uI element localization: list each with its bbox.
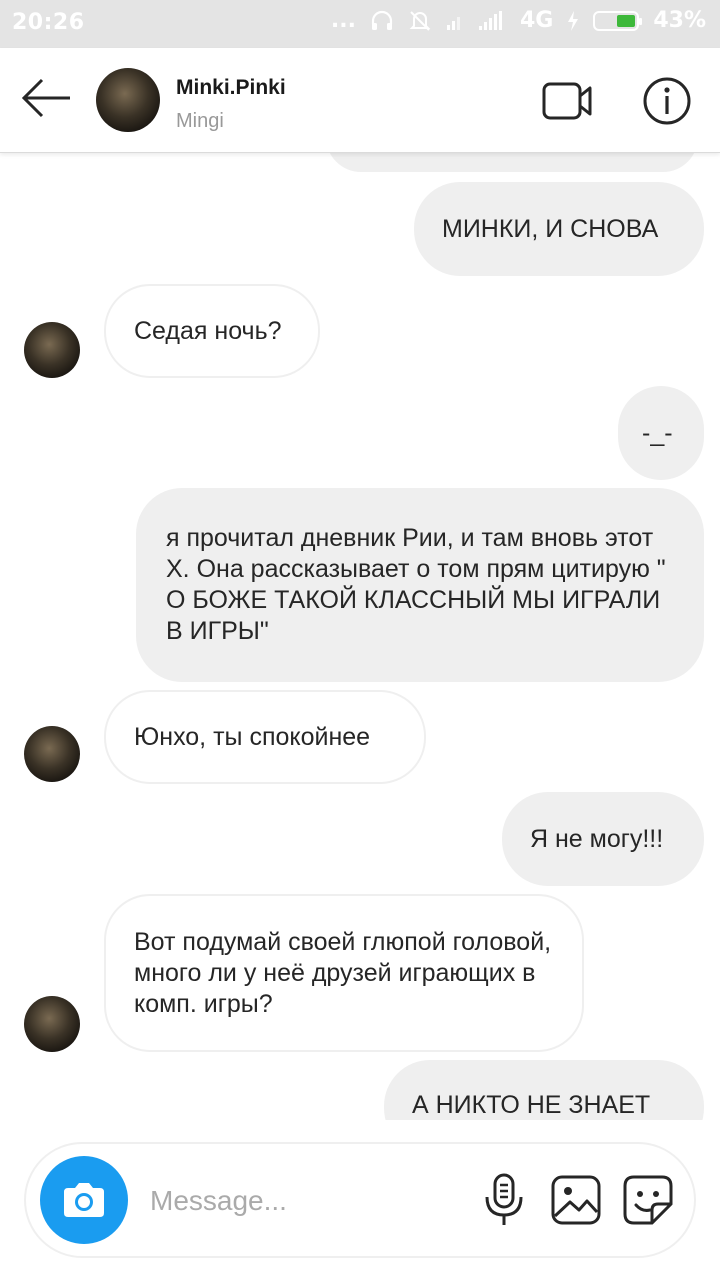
camera-icon bbox=[60, 1180, 108, 1220]
microphone-icon[interactable] bbox=[482, 1172, 526, 1228]
mute-bell-icon bbox=[408, 9, 432, 33]
contact-name: Mingi bbox=[176, 110, 224, 132]
signal-icon-2 bbox=[478, 10, 506, 31]
message-text: Юнхо, ты спокойнее bbox=[134, 722, 371, 751]
status-time: 20:26 bbox=[12, 10, 85, 35]
message-bubble-partial bbox=[326, 152, 698, 172]
message-composer bbox=[24, 1142, 696, 1258]
signal-icon-1 bbox=[446, 11, 464, 31]
message-text: Вот подумай своей глюпой головой, много … bbox=[134, 927, 552, 1018]
charging-bolt-icon bbox=[567, 10, 579, 31]
message-text: -_- bbox=[642, 418, 673, 447]
sender-avatar[interactable] bbox=[24, 996, 80, 1052]
message-input[interactable] bbox=[148, 1180, 452, 1222]
chat-header: Minki.Pinki Mingi bbox=[0, 48, 720, 153]
message-bubble-incoming[interactable]: Юнхо, ты спокойнее bbox=[104, 690, 426, 784]
message-text: я прочитал дневник Рии, и там вновь этот… bbox=[166, 524, 666, 645]
message-bubble-incoming[interactable]: Вот подумай своей глюпой головой, много … bbox=[104, 894, 584, 1052]
headphones-icon bbox=[370, 10, 394, 32]
gallery-icon[interactable] bbox=[550, 1174, 602, 1226]
message-bubble-outgoing[interactable]: Я не могу!!! bbox=[502, 792, 704, 886]
message-list[interactable]: МИНКИ, И СНОВА Седая ночь? -_- я прочита… bbox=[0, 152, 720, 1120]
back-arrow-icon[interactable] bbox=[20, 74, 74, 124]
message-text: Седая ночь? bbox=[134, 316, 282, 345]
battery-percent: 43% bbox=[653, 8, 706, 33]
status-dots: ... bbox=[330, 8, 356, 33]
message-bubble-outgoing[interactable]: МИНКИ, И СНОВА bbox=[414, 182, 704, 276]
status-bar: 20:26 ... 4G 43% bbox=[0, 0, 720, 48]
sticker-icon[interactable] bbox=[622, 1174, 674, 1226]
message-bubble-incoming[interactable]: Седая ночь? bbox=[104, 284, 320, 378]
contact-username[interactable]: Minki.Pinki bbox=[176, 76, 286, 100]
message-text: Я не могу!!! bbox=[530, 824, 664, 853]
battery-icon bbox=[593, 10, 643, 31]
sender-avatar[interactable] bbox=[24, 322, 80, 378]
message-bubble-outgoing[interactable]: я прочитал дневник Рии, и там вновь этот… bbox=[136, 488, 704, 682]
network-type: 4G bbox=[519, 8, 554, 33]
message-text: А НИКТО НЕ ЗНАЕТ bbox=[412, 1091, 651, 1119]
contact-avatar[interactable] bbox=[96, 68, 160, 132]
camera-button[interactable] bbox=[40, 1156, 128, 1244]
message-bubble-outgoing[interactable]: -_- bbox=[618, 386, 704, 480]
message-bubble-outgoing[interactable]: А НИКТО НЕ ЗНАЕТ bbox=[384, 1060, 704, 1120]
video-call-icon[interactable] bbox=[540, 76, 596, 126]
sender-avatar[interactable] bbox=[24, 726, 80, 782]
message-text: МИНКИ, И СНОВА bbox=[442, 214, 659, 243]
info-icon[interactable] bbox=[640, 74, 694, 128]
status-icons: ... 4G 43% bbox=[331, 8, 706, 33]
